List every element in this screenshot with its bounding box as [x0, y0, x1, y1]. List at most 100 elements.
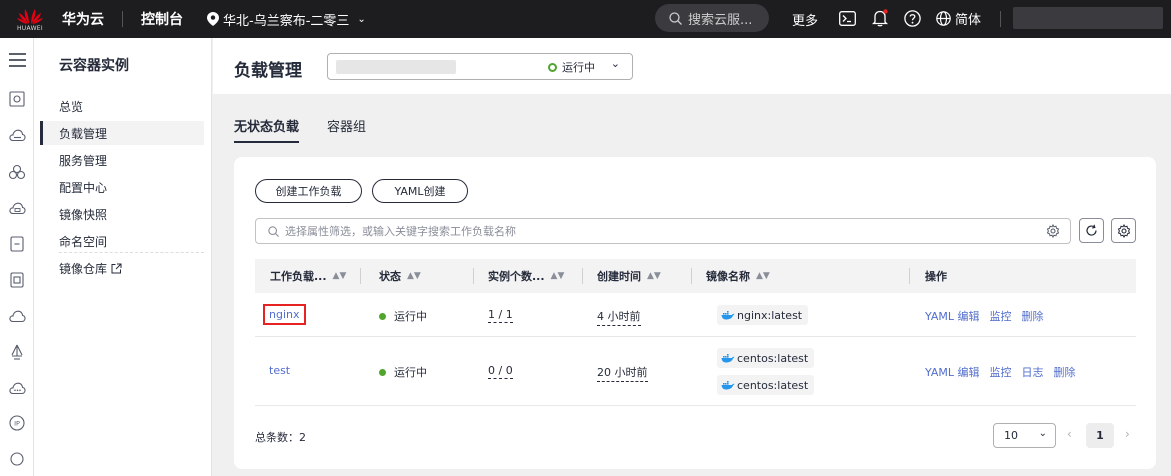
filter-search-input[interactable]: 选择属性筛选，或输入关键字搜索工作负载名称	[255, 218, 1071, 244]
search-icon	[268, 225, 279, 237]
menu-toggle[interactable]	[7, 50, 27, 70]
filter-settings-button[interactable]	[1046, 223, 1060, 241]
database-icon	[10, 272, 24, 288]
filter-placeholder: 选择属性筛选，或输入关键字搜索工作负载名称	[285, 225, 516, 238]
cluster-selector[interactable]: 运行中 ⌄	[327, 53, 633, 80]
column-label: 操作	[925, 270, 947, 283]
rail-service-3[interactable]	[7, 162, 27, 182]
rail-service-7[interactable]	[7, 306, 27, 326]
sort-icon: ▲▼	[550, 271, 565, 281]
help-button[interactable]	[903, 9, 921, 27]
column-header-image[interactable]: 镜像名称 ▲▼	[706, 259, 770, 293]
deploy-icon	[11, 344, 23, 360]
column-header-status[interactable]: 状态 ▲▼	[379, 259, 421, 293]
create-workload-button[interactable]: 创建工作负载	[255, 179, 362, 203]
status-running-icon	[379, 312, 386, 320]
sort-icon: ▲▼	[407, 271, 421, 281]
column-header-name[interactable]: 工作负载... ▲▼	[270, 259, 346, 293]
location-pin-icon	[207, 12, 219, 26]
sidebar-item-image-repo[interactable]: 镜像仓库	[40, 256, 204, 280]
column-label: 创建时间	[597, 270, 641, 283]
delete-link[interactable]: 删除	[1054, 364, 1076, 380]
sidebar-item-label: 配置中心	[59, 180, 108, 195]
cluster-status-label: 运行中	[562, 61, 595, 74]
sidebar-divider	[59, 252, 204, 253]
workload-link-nginx[interactable]: nginx	[263, 304, 306, 325]
monitor-link[interactable]: 监控	[990, 364, 1012, 380]
next-page-button[interactable]: ›	[1125, 427, 1130, 441]
status-cell: 运行中	[379, 308, 427, 324]
account-menu[interactable]	[1013, 7, 1163, 29]
status-label: 运行中	[394, 366, 427, 379]
sidebar-item-services[interactable]: 服务管理	[40, 148, 204, 172]
status-running-icon	[548, 62, 557, 72]
divider	[122, 11, 123, 27]
status-label: 运行中	[394, 310, 427, 323]
rail-service-5[interactable]	[7, 234, 27, 254]
column-header-instances[interactable]: 实例个数... ▲▼	[488, 259, 564, 293]
workload-link-test[interactable]: test	[269, 364, 290, 377]
yaml-edit-link[interactable]: YAML 编辑	[925, 308, 980, 324]
delete-link[interactable]: 删除	[1022, 308, 1044, 324]
console-link[interactable]: 控制台	[141, 9, 183, 29]
rail-service-4[interactable]	[7, 198, 27, 218]
total-count: 总条数：2	[255, 429, 306, 445]
logs-link[interactable]: 日志	[1022, 364, 1044, 380]
monitor-link[interactable]: 监控	[990, 308, 1012, 324]
huawei-logo-text: HUAWEI	[17, 25, 43, 32]
image-name: nginx:latest	[737, 308, 803, 322]
rail-service-6[interactable]	[7, 270, 27, 290]
actions-cell: YAML 编辑 监控 日志 删除	[925, 364, 1076, 380]
yaml-edit-link[interactable]: YAML 编辑	[925, 364, 980, 380]
prev-page-button[interactable]: ‹	[1067, 427, 1072, 441]
cluster-status: 运行中	[548, 59, 595, 75]
sidebar-item-overview[interactable]: 总览	[40, 94, 204, 118]
column-label: 实例个数...	[488, 270, 545, 283]
rail-service-11[interactable]	[7, 448, 27, 468]
column-label: 工作负载...	[270, 270, 327, 283]
cloud-shell-button[interactable]	[838, 9, 856, 27]
created-time[interactable]: 20 小时前	[597, 364, 648, 382]
sidebar-item-snapshots[interactable]: 镜像快照	[40, 202, 204, 226]
rail-service-9[interactable]	[7, 378, 27, 398]
rail-service-2[interactable]	[7, 125, 27, 145]
tab-pods[interactable]: 容器组	[327, 116, 366, 143]
sidebar-item-namespaces[interactable]: 命名空间	[40, 229, 204, 253]
external-link-icon	[111, 263, 122, 273]
docker-whale-icon	[721, 381, 735, 390]
global-search-placeholder: 搜索云服...	[688, 12, 753, 28]
rail-service-1[interactable]	[7, 89, 27, 109]
notifications-button[interactable]	[871, 9, 889, 27]
actions-cell: YAML 编辑 监控 删除	[925, 308, 1044, 324]
sidebar-item-config[interactable]: 配置中心	[40, 175, 204, 199]
page-number-current[interactable]: 1	[1086, 423, 1114, 448]
yaml-create-button[interactable]: YAML创建	[372, 179, 468, 203]
created-time[interactable]: 4 小时前	[597, 308, 641, 326]
workload-name-cell: test	[269, 364, 290, 377]
page-title: 负载管理	[234, 61, 302, 81]
region-selector[interactable]: 华北-乌兰察布-二零三 ⌄	[207, 10, 366, 29]
more-menu[interactable]: 更多	[792, 10, 818, 29]
hamburger-icon	[8, 53, 26, 67]
brand-name[interactable]: 华为云	[62, 9, 104, 29]
instance-count[interactable]: 0 / 0	[488, 364, 513, 379]
rail-service-10[interactable]: IP	[7, 413, 27, 433]
workload-tabs: 无状态负载 容器组	[234, 116, 366, 143]
language-switcher[interactable]: 简体	[936, 9, 981, 28]
huawei-logo[interactable]: HUAWEI	[8, 6, 52, 32]
tab-deployments[interactable]: 无状态负载	[234, 116, 300, 143]
cloud-storage-icon	[8, 202, 26, 214]
sidebar-item-workloads[interactable]: 负载管理	[40, 121, 204, 145]
page-size-select[interactable]: 10 ⌄	[993, 423, 1056, 448]
instances-cell: 0 / 0	[488, 364, 513, 379]
refresh-button[interactable]	[1079, 218, 1104, 243]
status-cell: 运行中	[379, 364, 427, 380]
rail-service-8[interactable]	[7, 342, 27, 362]
help-icon	[903, 9, 921, 27]
sidebar-item-label: 负载管理	[59, 126, 108, 141]
table-settings-button[interactable]	[1111, 218, 1136, 243]
column-header-created[interactable]: 创建时间 ▲▼	[597, 259, 661, 293]
global-search[interactable]: 搜索云服...	[655, 4, 769, 32]
sidebar-item-label: 总览	[59, 99, 84, 114]
instance-count[interactable]: 1 / 1	[488, 308, 513, 323]
